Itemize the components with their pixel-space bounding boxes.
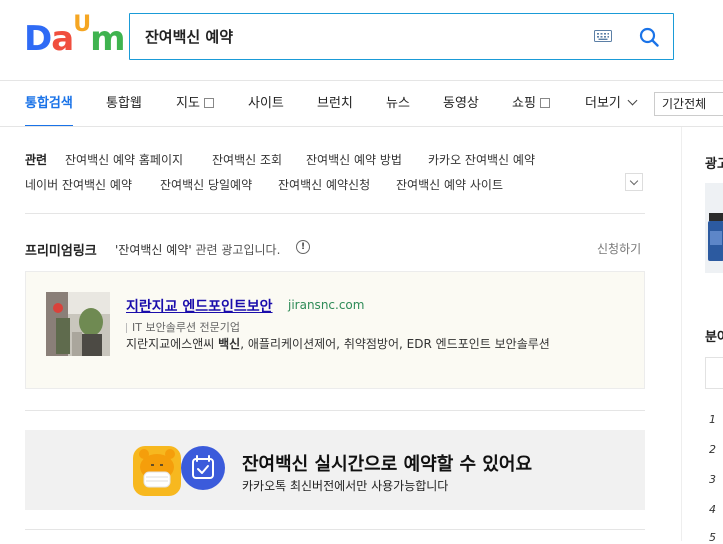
- tab-web[interactable]: 통합웹: [106, 82, 142, 126]
- daum-logo[interactable]: D a U m: [24, 12, 126, 59]
- checkbox-icon: [203, 97, 214, 108]
- ad-title-link[interactable]: 지란지교 엔드포인트보안: [126, 296, 273, 316]
- section-divider: [25, 213, 645, 214]
- right-ad-thumbnail[interactable]: [705, 183, 723, 273]
- rank-number: 2: [709, 443, 716, 456]
- banner-title: 잔여백신 실시간으로 예약할 수 있어요: [242, 454, 533, 475]
- right-panel-box: [705, 357, 723, 389]
- tab-more[interactable]: 더보기: [585, 82, 638, 126]
- related-item[interactable]: 잔여백신 예약 방법: [306, 151, 402, 168]
- tab-video[interactable]: 동영상: [443, 82, 479, 126]
- tab-shopping[interactable]: 쇼핑: [512, 82, 550, 126]
- tab-news[interactable]: 뉴스: [386, 82, 410, 126]
- tab-label: 더보기: [585, 96, 621, 111]
- related-item[interactable]: 잔여백신 당일예약: [160, 176, 252, 193]
- right-ad-label: 광고: [705, 157, 723, 172]
- tab-label: 쇼핑: [512, 96, 536, 111]
- rank-number: 4: [709, 503, 716, 516]
- search-icon[interactable]: [639, 27, 659, 47]
- premium-link-desc: '잔여백신 예약' 관련 광고입니다.: [115, 241, 280, 258]
- related-item[interactable]: 잔여백신 예약 홈페이지: [65, 151, 183, 168]
- period-select[interactable]: 기간전체: [654, 92, 723, 116]
- search-tabs: 통합검색 통합웹 지도 사이트 브런치 뉴스 동영상 쇼핑 더보기: [0, 82, 723, 127]
- keyboard-icon[interactable]: [594, 30, 612, 42]
- search-box: [129, 13, 674, 60]
- ad-card: 지란지교 엔드포인트보안 jiransnc.com IT 보안솔루션 전문기업 …: [25, 271, 645, 389]
- logo-letter-d: D: [24, 19, 52, 59]
- section-divider: [25, 529, 645, 530]
- logo-letter-a: a: [51, 19, 74, 59]
- apply-ad-link[interactable]: 신청하기: [597, 240, 641, 257]
- tab-label: 사이트: [248, 96, 284, 111]
- search-input[interactable]: [145, 14, 575, 59]
- related-item[interactable]: 잔여백신 예약신청: [278, 176, 370, 193]
- ad-description: 지란지교에스앤씨 백신, 애플리케이션제어, 취약점방어, EDR 엔드포인트 …: [126, 337, 576, 352]
- ad-body-highlight: 백신: [218, 337, 241, 351]
- vaccine-banner[interactable]: 잔여백신 실시간으로 예약할 수 있어요 카카오톡 최신버전에서만 사용가능합니…: [25, 430, 645, 510]
- premium-link-title: 프리미엄링크: [25, 244, 97, 259]
- rank-number: 1: [709, 413, 716, 426]
- tab-label: 통합웹: [106, 96, 142, 111]
- rank-number: 5: [709, 531, 716, 544]
- related-item[interactable]: 잔여백신 조회: [212, 151, 282, 168]
- chevron-down-icon: [627, 95, 638, 106]
- banner-subtitle: 카카오톡 최신버전에서만 사용가능합니다: [242, 479, 449, 493]
- ad-body-end: , 애플리케이션제어, 취약점방어, EDR 엔드포인트 보안솔루션: [240, 337, 550, 351]
- related-item[interactable]: 네이버 잔여백신 예약: [25, 176, 132, 193]
- kakao-character-icon: [133, 446, 181, 496]
- tab-label: 통합검색: [25, 96, 73, 111]
- right-column-divider: [681, 127, 682, 541]
- related-item[interactable]: 카카오 잔여백신 예약: [428, 151, 535, 168]
- related-item[interactable]: 잔여백신 예약 사이트: [396, 176, 503, 193]
- checkbox-icon: [539, 97, 550, 108]
- ad-thumbnail[interactable]: [46, 292, 110, 356]
- section-divider: [25, 410, 645, 411]
- related-expand-button[interactable]: [625, 173, 643, 191]
- tab-brunch[interactable]: 브런치: [317, 82, 353, 126]
- premium-desc-text: 관련 광고입니다.: [195, 243, 281, 257]
- tab-label: 브런치: [317, 96, 353, 111]
- tab-label: 지도: [176, 96, 200, 111]
- tab-map[interactable]: 지도: [176, 82, 214, 126]
- calendar-check-icon: [181, 446, 225, 490]
- info-icon[interactable]: !: [296, 240, 310, 254]
- tab-integrated-search[interactable]: 통합검색: [25, 82, 73, 127]
- header-divider: [0, 80, 723, 81]
- ad-body-start: 지란지교에스앤씨: [126, 337, 219, 351]
- rank-number: 3: [709, 473, 716, 486]
- premium-query: '잔여백신 예약': [115, 243, 192, 257]
- tab-site[interactable]: 사이트: [248, 82, 284, 126]
- logo-letter-u: U: [73, 12, 91, 37]
- logo-letter-m: m: [90, 19, 125, 59]
- ad-domain[interactable]: jiransnc.com: [288, 298, 364, 312]
- related-label: 관련: [25, 153, 48, 167]
- tabs-divider: [0, 126, 723, 127]
- tab-label: 동영상: [443, 96, 479, 111]
- tab-label: 뉴스: [386, 96, 410, 111]
- ad-subtitle: IT 보안솔루션 전문기업: [126, 319, 240, 335]
- right-section-label: 분야: [705, 330, 723, 345]
